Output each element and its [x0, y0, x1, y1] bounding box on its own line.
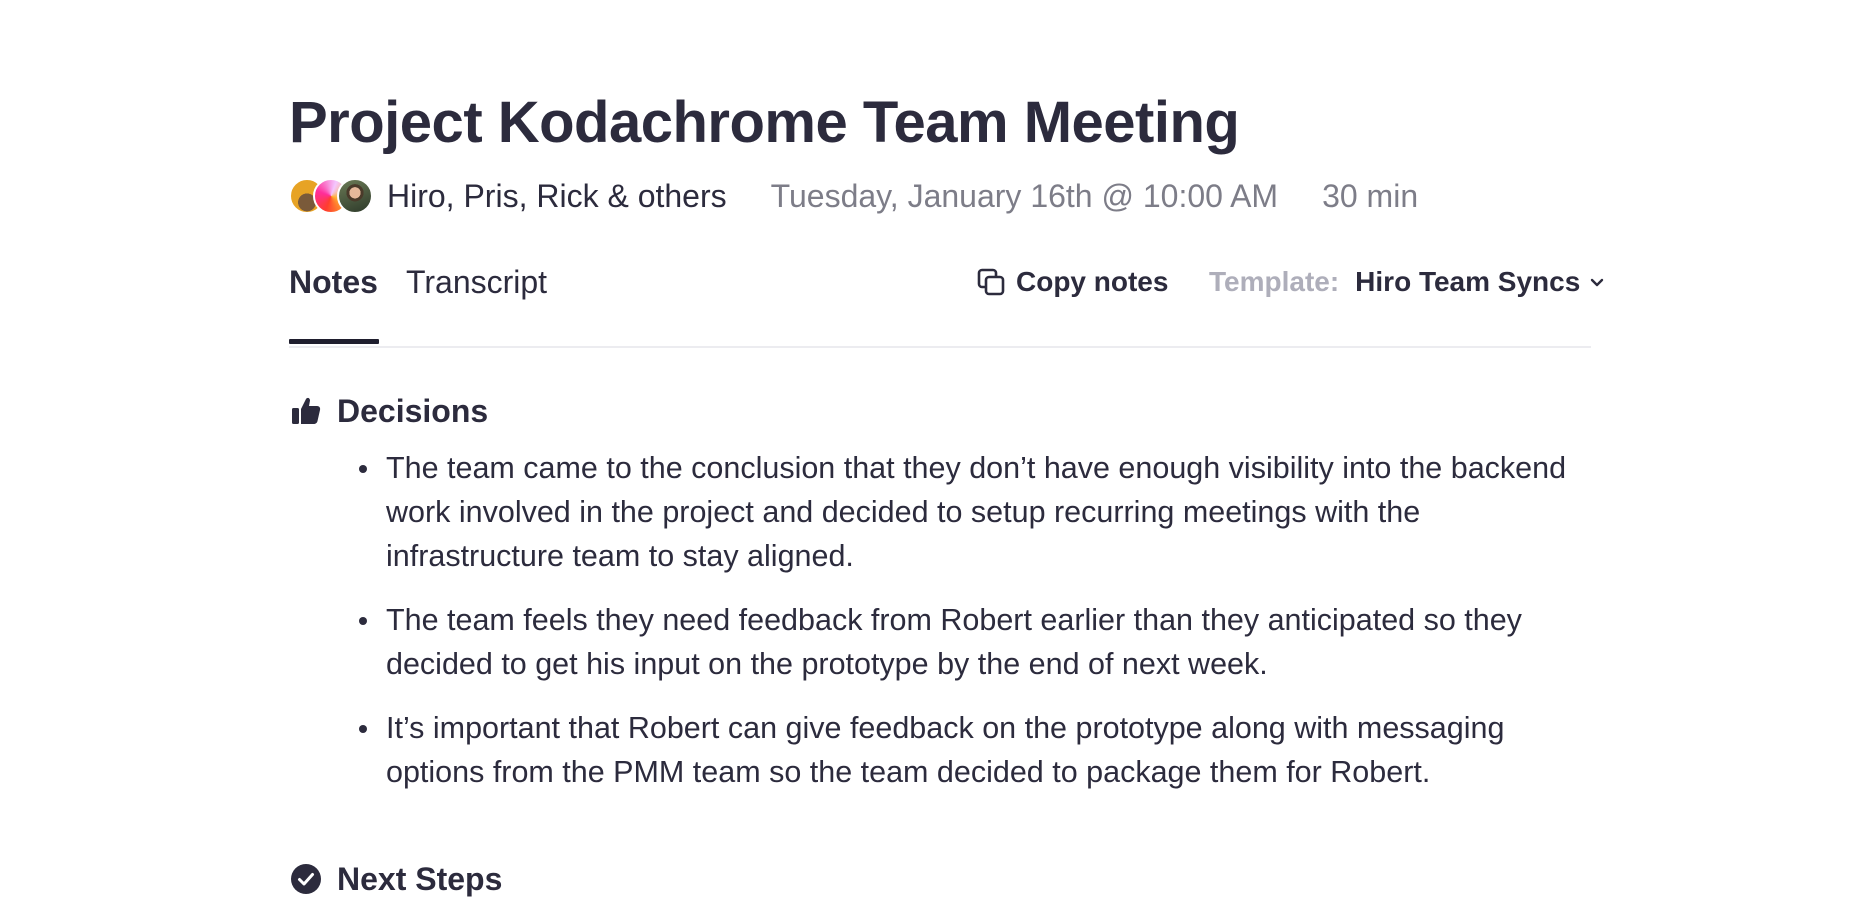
attendee-avatars[interactable]	[289, 176, 373, 216]
template-dropdown[interactable]: Hiro Team Syncs	[1355, 266, 1606, 298]
active-tab-indicator	[289, 339, 379, 344]
copy-notes-button[interactable]: Copy notes	[975, 262, 1168, 302]
avatar	[337, 178, 373, 214]
list-item: The team feels they need feedback from R…	[289, 598, 1591, 686]
meeting-meta: Hiro, Pris, Rick & others Tuesday, Janua…	[289, 174, 1418, 218]
section-title: Decisions	[337, 392, 489, 429]
section-title: Next Steps	[337, 860, 503, 897]
decisions-list: The team came to the conclusion that the…	[289, 446, 1591, 814]
template-label: Template:	[1209, 266, 1340, 297]
tab-bar: Notes Transcript Copy notes Template: Hi…	[289, 250, 1604, 348]
chevron-down-icon	[1591, 278, 1604, 287]
meeting-notes-page: Project Kodachrome Team Meeting Hiro, Pr…	[289, 0, 1604, 916]
list-item: It’s important that Robert can give feed…	[289, 706, 1591, 794]
check-circle-icon	[291, 864, 321, 894]
page-title: Project Kodachrome Team Meeting	[289, 90, 1240, 155]
attendees-label[interactable]: Hiro, Pris, Rick & others	[387, 178, 727, 215]
copy-notes-label: Copy notes	[1016, 266, 1169, 297]
tab-transcript[interactable]: Transcript	[406, 262, 547, 302]
template-value: Hiro Team Syncs	[1355, 266, 1581, 297]
meeting-duration: 30 min	[1322, 177, 1419, 214]
section-heading-next-steps: Next Steps	[289, 856, 502, 902]
list-item: The team came to the conclusion that the…	[289, 446, 1591, 578]
section-heading-decisions: Decisions	[289, 388, 488, 434]
meeting-date: Tuesday, January 16th @ 10:00 AM	[770, 177, 1279, 214]
tab-notes[interactable]: Notes	[289, 262, 378, 302]
thumbs-up-icon	[292, 397, 321, 424]
template-selector: Template: Hiro Team Syncs	[1209, 262, 1606, 302]
copy-icon	[977, 268, 1005, 296]
